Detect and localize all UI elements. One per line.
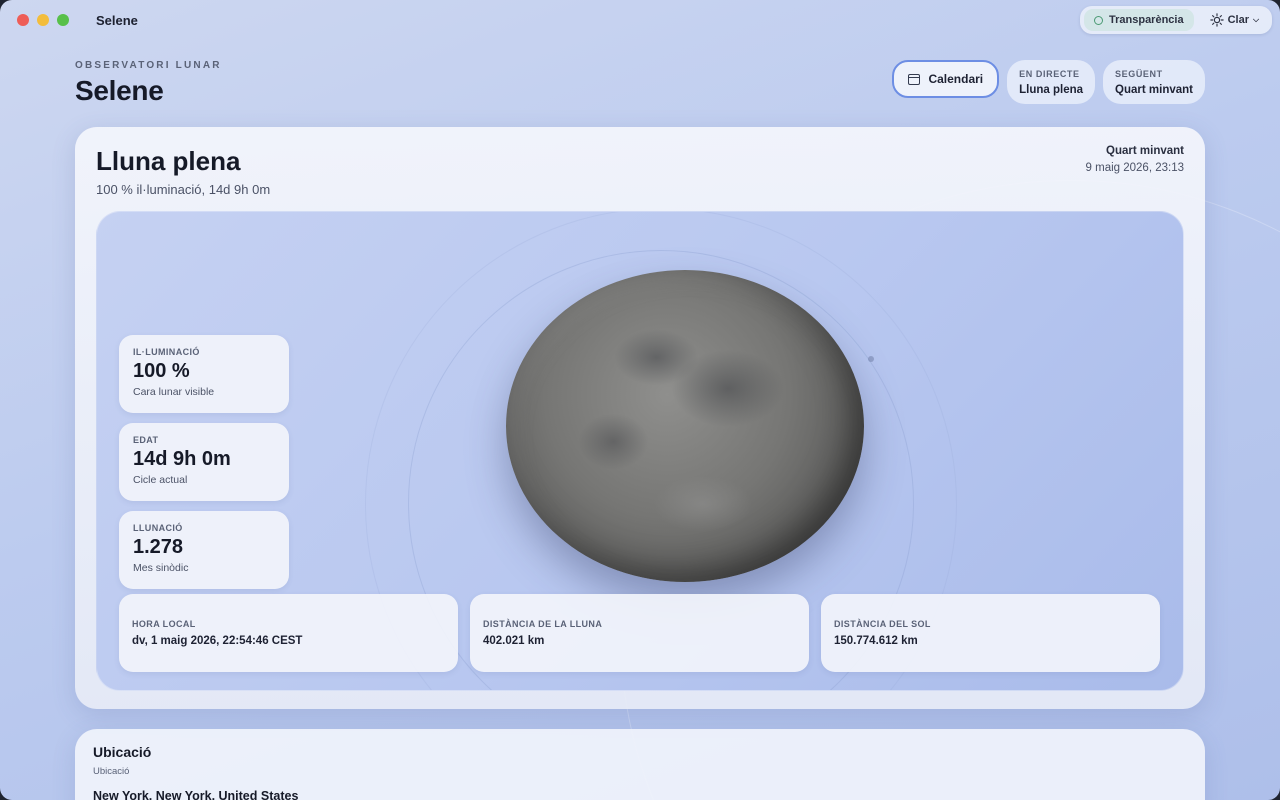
sun-icon	[1209, 13, 1224, 27]
phase-subtitle: 100 % il·luminació, 14d 9h 0m	[96, 182, 271, 197]
moon-scene: IL·LUMINACIÓ 100 % Cara lunar visible ED…	[96, 211, 1184, 691]
stat-label: LLUNACIÓ	[133, 523, 183, 533]
sun-distance-card: DISTÀNCIA DEL SOL 150.774.612 km	[821, 594, 1160, 672]
theme-dropdown[interactable]: Clar ⌵	[1209, 13, 1260, 27]
location-card: Ubicació Ubicació New York, New York, Un…	[75, 729, 1205, 800]
window-title: Selene	[96, 13, 138, 28]
info-label: DISTÀNCIA DE LA LLUNA	[483, 619, 603, 629]
moon-image	[506, 270, 864, 582]
stat-label: EDAT	[133, 435, 159, 445]
stat-sub: Cara lunar visible	[133, 386, 215, 398]
transparency-label: Transparència	[1109, 14, 1184, 26]
stat-sub: Mes sinòdic	[133, 562, 189, 574]
calendar-icon	[908, 73, 921, 85]
app-eyebrow: OBSERVATORI LUNAR	[75, 60, 222, 71]
next-value: Quart minvant	[1115, 83, 1193, 96]
moon-phase-card: Lluna plena 100 % il·luminació, 14d 9h 0…	[75, 127, 1205, 709]
illumination-card: IL·LUMINACIÓ 100 % Cara lunar visible	[119, 335, 289, 413]
app-window: Selene Transparència Clar ⌵ OBSERVATORI …	[0, 0, 1280, 800]
maximize-window-button[interactable]	[57, 14, 69, 26]
moon-distance-card: DISTÀNCIA DE LA LLUNA 402.021 km	[470, 594, 809, 672]
theme-label: Clar	[1227, 14, 1249, 26]
next-phase-pill[interactable]: SEGÜENT Quart minvant	[1103, 60, 1205, 104]
title-bar: Selene Transparència Clar ⌵	[0, 0, 1280, 40]
next-phase-name: Quart minvant	[1106, 145, 1184, 157]
info-value: 150.774.612 km	[834, 635, 918, 647]
info-label: DISTÀNCIA DEL SOL	[834, 619, 931, 629]
phase-name: Lluna plena	[96, 146, 241, 176]
stat-label: IL·LUMINACIÓ	[133, 347, 200, 357]
info-value: 402.021 km	[483, 635, 545, 647]
circle-icon	[1094, 15, 1103, 25]
live-value: Lluna plena	[1019, 83, 1084, 96]
appearance-controls: Transparència Clar ⌵	[1080, 6, 1272, 34]
calendar-label: Calendari	[928, 72, 984, 86]
local-time-card: HORA LOCAL dv, 1 maig 2026, 22:54:46 CES…	[119, 594, 458, 672]
stat-value: 14d 9h 0m	[133, 448, 231, 470]
info-value: dv, 1 maig 2026, 22:54:46 CEST	[132, 635, 303, 647]
live-phase-pill[interactable]: EN DIRECTE Lluna plena	[1007, 60, 1096, 104]
next-label: SEGÜENT	[1115, 68, 1163, 79]
next-phase-date: 9 maig 2026, 23:13	[1085, 162, 1184, 174]
live-label: EN DIRECTE	[1019, 68, 1080, 79]
info-label: HORA LOCAL	[132, 619, 196, 629]
location-subtitle: Ubicació	[93, 766, 130, 777]
age-card: EDAT 14d 9h 0m Cicle actual	[119, 423, 289, 501]
page-title: Selene	[75, 75, 164, 106]
transparency-toggle[interactable]: Transparència	[1084, 9, 1194, 31]
lunation-card: LLUNACIÓ 1.278 Mes sinòdic	[119, 511, 289, 589]
calendar-button[interactable]: Calendari	[892, 60, 1000, 98]
stat-sub: Cicle actual	[133, 474, 188, 486]
stat-value: 100 %	[133, 360, 190, 382]
location-value[interactable]: New York, New York, United States	[93, 789, 298, 800]
stat-value: 1.278	[133, 536, 184, 558]
orbit-marker	[868, 356, 874, 362]
minimize-window-button[interactable]	[37, 14, 49, 26]
chevron-down-icon: ⌵	[1253, 15, 1260, 24]
header-actions: Calendari EN DIRECTE Lluna plena SEGÜENT…	[892, 60, 1205, 104]
location-title: Ubicació	[93, 744, 152, 760]
close-window-button[interactable]	[17, 14, 29, 26]
